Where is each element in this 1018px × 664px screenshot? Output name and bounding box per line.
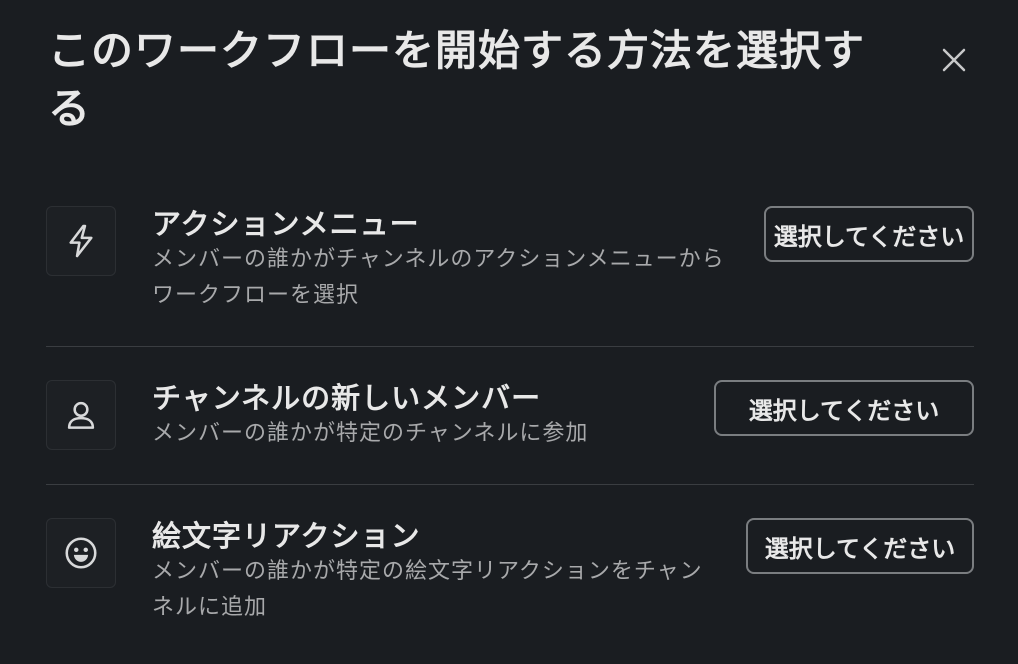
option-icon-box <box>46 518 116 588</box>
option-title: アクションメニュー <box>152 207 420 241</box>
option-icon-box <box>46 206 116 276</box>
dialog-title: このワークフローを開始する方法を選択する <box>48 26 866 133</box>
option-text: チャンネルの新しいメンバー メンバーの誰かが特定のチャンネルに参加 <box>152 380 712 452</box>
close-button[interactable] <box>930 36 978 84</box>
option-text: アクションメニュー メンバーの誰かがチャンネルのアクションメニューからワークフロ… <box>152 206 742 314</box>
select-button-new-member[interactable]: 選択してください <box>714 380 974 436</box>
smiley-icon <box>65 537 97 569</box>
select-button-emoji-reaction[interactable]: 選択してください <box>746 518 974 574</box>
person-icon <box>67 401 95 429</box>
workflow-trigger-dialog: このワークフローを開始する方法を選択する アクションメニュー メンバーの誰かがチ… <box>0 0 1018 664</box>
option-text: 絵文字リアクション メンバーの誰かが特定の絵文字リアクションをチャンネルに追加 <box>152 518 712 626</box>
option-title: チャンネルの新しいメンバー <box>152 381 542 415</box>
lightning-icon <box>69 224 93 258</box>
option-description: メンバーの誰かが特定のチャンネルに参加 <box>152 421 589 446</box>
divider <box>46 484 974 485</box>
option-title: 絵文字リアクション <box>152 519 421 553</box>
close-icon <box>942 48 966 72</box>
option-icon-box <box>46 380 116 450</box>
option-description: メンバーの誰かがチャンネルのアクションメニューからワークフローを選択 <box>152 247 725 308</box>
select-button-action-menu[interactable]: 選択してください <box>764 206 974 262</box>
option-description: メンバーの誰かが特定の絵文字リアクションをチャンネルに追加 <box>152 559 703 620</box>
divider <box>46 346 974 347</box>
